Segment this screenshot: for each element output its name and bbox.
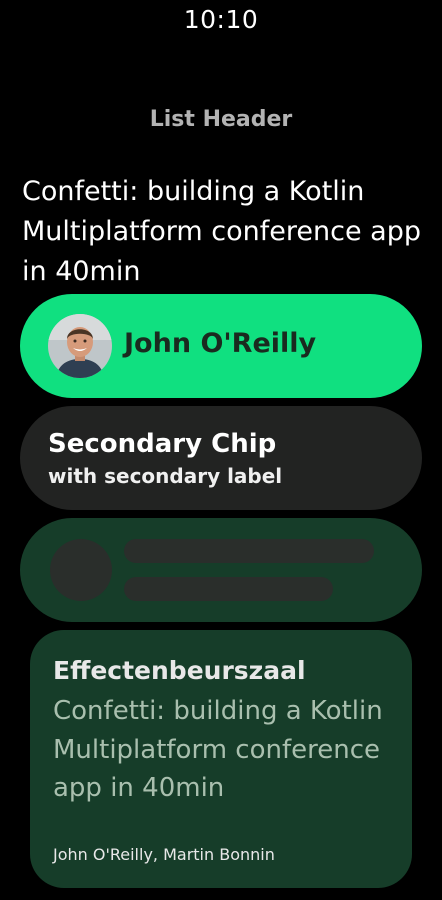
speaker-chip-label: John O'Reilly bbox=[124, 328, 317, 359]
talk-title: Confetti: building a Kotlin Multiplatfor… bbox=[22, 176, 421, 287]
session-title: Confetti: building a Kotlin Multiplatfor… bbox=[53, 696, 383, 803]
speaker-chip[interactable]: John O'Reilly bbox=[20, 294, 422, 398]
session-speakers: John O'Reilly, Martin Bonnin bbox=[53, 845, 275, 864]
placeholder-line-primary bbox=[124, 539, 374, 563]
placeholder-avatar bbox=[50, 539, 112, 601]
secondary-chip-label: Secondary Chip bbox=[48, 429, 277, 459]
secondary-chip-sublabel: with secondary label bbox=[48, 464, 283, 488]
list-header: List Header bbox=[149, 107, 293, 132]
status-time: 10:10 bbox=[183, 5, 259, 34]
placeholder-chip bbox=[20, 518, 422, 622]
placeholder-line-secondary bbox=[124, 577, 333, 601]
secondary-chip[interactable]: Secondary Chip with secondary label bbox=[20, 406, 422, 510]
speaker-avatar-icon bbox=[48, 314, 112, 378]
session-card[interactable]: Effectenbeurszaal Confetti: building a K… bbox=[30, 630, 412, 888]
session-room: Effectenbeurszaal bbox=[53, 656, 306, 685]
